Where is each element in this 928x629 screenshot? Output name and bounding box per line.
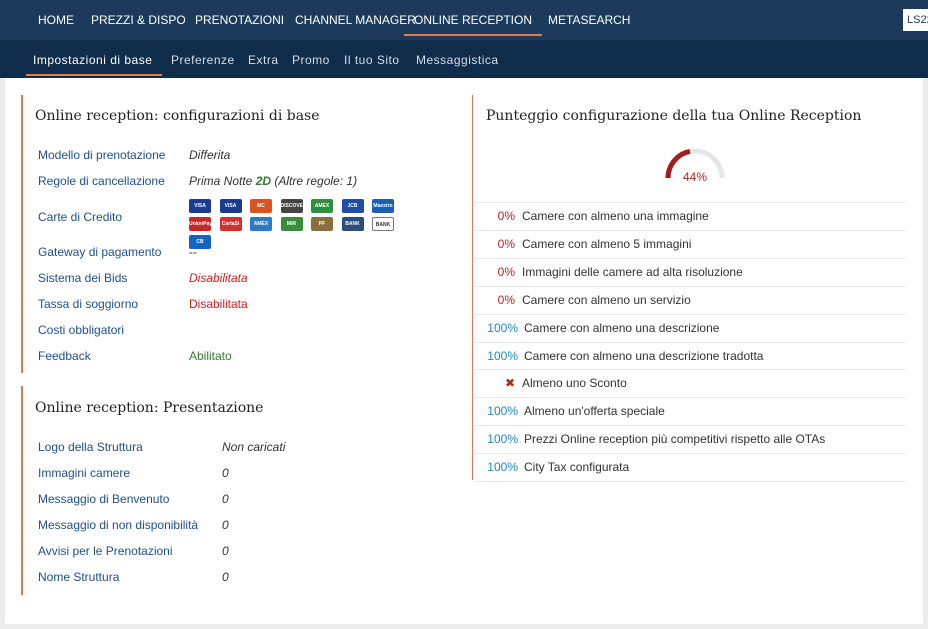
score-percentage: 100%	[487, 460, 518, 475]
score-item-text: Camere con almeno una descrizione	[524, 320, 720, 335]
label-sistema-bids[interactable]: Sistema dei Bids	[38, 271, 127, 285]
score-item-text: Immagini delle camere ad alta risoluzion…	[522, 264, 743, 279]
score-row: 0% Camere con almeno una immagine	[474, 202, 906, 230]
value-feedback: Abilitato	[189, 349, 232, 363]
score-percentage: 100%	[487, 348, 518, 363]
nav-home[interactable]: HOME	[38, 0, 74, 40]
score-percentage: 0%	[497, 264, 515, 279]
value-avvisi-prenotazioni: 0	[222, 544, 229, 558]
label-messaggio-non-disponibilita[interactable]: Messaggio di non disponibilità	[38, 518, 198, 532]
label-logo-struttura[interactable]: Logo della Struttura	[38, 440, 143, 454]
active-tab-underline	[26, 74, 162, 76]
label-messaggio-benvenuto[interactable]: Messaggio di Benvenuto	[38, 492, 169, 506]
score-row: 100% Camere con almeno una descrizione	[474, 313, 906, 342]
sub-navigation: Impostazioni di base Preferenze Extra Pr…	[0, 40, 928, 78]
subnav-il-tuo-sito[interactable]: Il tuo Sito	[344, 40, 400, 78]
credit-card-icon: UnionPay	[189, 217, 212, 231]
score-item-text: Almeno un'offerta speciale	[524, 404, 665, 419]
credit-card-icon: VISA	[189, 199, 211, 213]
score-row: 0% Immagini delle camere ad alta risoluzi…	[474, 257, 906, 286]
score-title: Punteggio configurazione della tua Onlin…	[486, 108, 862, 124]
base-config-section	[21, 95, 23, 373]
nav-prezzi-dispo[interactable]: PREZZI & DISPO	[91, 0, 186, 40]
value-regole-cancellazione: Prima Notte 2D (Altre regole: 1)	[189, 174, 357, 188]
label-tassa-soggiorno[interactable]: Tassa di soggiorno	[38, 297, 138, 311]
presentation-title: Online reception: Presentazione	[35, 400, 264, 416]
score-row: 100% Prezzi Online reception più competit…	[474, 425, 906, 453]
label-avvisi-prenotazioni[interactable]: Avvisi per le Prenotazioni	[38, 544, 173, 558]
label-gateway-pagamento[interactable]: Gateway di pagamento	[38, 245, 161, 259]
credit-card-icon: MC	[250, 199, 272, 213]
score-percentage: 0%	[497, 236, 515, 251]
value-messaggio-non-disponibilita: 0	[222, 518, 229, 532]
subnav-messaggistica[interactable]: Messaggistica	[416, 40, 499, 78]
gauge-label: 44%	[682, 170, 708, 184]
subnav-promo[interactable]: Promo	[292, 40, 330, 78]
cancellation-prefix: Prima Notte	[189, 174, 256, 188]
score-row: 0% Camere con almeno un servizio	[474, 285, 906, 314]
value-immagini-camere: 0	[222, 466, 229, 480]
label-carte-di-credito[interactable]: Carte di Credito	[38, 210, 122, 224]
value-sistema-bids: Disabilitata	[189, 271, 248, 285]
score-item-text: Prezzi Online reception più competitivi …	[524, 432, 826, 447]
value-modello-prenotazione: Differita	[189, 148, 231, 162]
cancellation-suffix: (Altre regole: 1)	[271, 174, 358, 188]
label-modello-prenotazione[interactable]: Modello di prenotazione	[38, 148, 165, 162]
value-gateway-pagamento: --	[189, 245, 197, 259]
base-config-title: Online reception: configurazioni di base	[35, 108, 320, 124]
score-item-text: City Tax configurata	[524, 460, 630, 475]
score-item-text: Camere con almeno 5 immagini	[522, 236, 692, 251]
top-navigation: HOME PREZZI & DISPO PRENOTAZIONI CHANNEL…	[0, 0, 928, 40]
x-mark-icon: ✖	[504, 376, 515, 391]
score-percentage: 0%	[497, 209, 515, 223]
value-tassa-soggiorno: Disabilitata	[189, 297, 248, 311]
credit-card-icon: BANK	[372, 217, 394, 231]
credit-card-icon: CartaSi	[219, 217, 242, 231]
subnav-extra[interactable]: Extra	[248, 40, 279, 78]
label-costi-obbligatori[interactable]: Costi obbligatori	[38, 323, 124, 337]
account-badge[interactable]: LS22	[903, 9, 928, 31]
score-percentage: 100%	[487, 432, 518, 447]
credit-card-icon: BANK	[341, 217, 364, 231]
value-nome-struttura: 0	[222, 570, 229, 584]
score-row: 100% City Tax configurata	[474, 453, 906, 481]
cancellation-days: 2D	[255, 174, 272, 188]
credit-card-icon: Maestro	[372, 199, 394, 213]
score-row: 100% Camere con almeno una descrizione tr…	[474, 341, 906, 370]
score-row: ✖ Almeno uno Sconto	[474, 369, 906, 397]
label-immagini-camere[interactable]: Immagini camere	[38, 466, 130, 480]
nav-prenotazioni[interactable]: PRENOTAZIONI	[195, 0, 284, 40]
credit-card-icon: JCB	[341, 199, 364, 213]
score-row: 100% Almeno un'offerta speciale	[474, 397, 906, 425]
score-percentage: 100%	[487, 404, 518, 419]
score-percentage: 0%	[497, 292, 515, 307]
presentation-section	[21, 386, 23, 595]
score-percentage: 100%	[487, 320, 518, 335]
value-messaggio-benvenuto: 0	[222, 492, 229, 506]
score-item-text: Almeno uno Sconto	[522, 376, 627, 391]
value-logo-struttura: Non caricati	[222, 440, 286, 454]
credit-card-icon: PF	[311, 217, 333, 231]
credit-card-icon: VISA	[219, 199, 242, 213]
score-row: 0% Camere con almeno 5 immagini	[474, 229, 906, 258]
credit-card-icon: AMEX	[311, 199, 333, 213]
nav-online-reception[interactable]: ONLINE RECEPTION	[404, 0, 543, 40]
score-item-text: Camere con almeno un servizio	[522, 292, 691, 307]
label-feedback[interactable]: Feedback	[38, 349, 91, 363]
credit-card-icon: DISCOVER	[280, 199, 307, 213]
label-nome-struttura[interactable]: Nome Struttura	[38, 570, 119, 584]
score-item-text: Camere con almeno una descrizione tradot…	[524, 348, 764, 363]
label-regole-cancellazione[interactable]: Regole di cancellazione	[38, 174, 165, 188]
nav-metasearch[interactable]: METASEARCH	[548, 0, 630, 40]
nav-channel-manager[interactable]: CHANNEL MANAGER	[295, 0, 416, 40]
score-list-bottom-border	[474, 481, 906, 482]
subnav-impostazioni-di-base[interactable]: Impostazioni di base	[33, 40, 152, 78]
subnav-preferenze[interactable]: Preferenze	[171, 40, 235, 78]
credit-card-icon: MIR	[280, 217, 303, 231]
credit-card-icon: AMEX	[250, 217, 272, 231]
score-item-text: Camere con almeno una immagine	[522, 209, 709, 223]
